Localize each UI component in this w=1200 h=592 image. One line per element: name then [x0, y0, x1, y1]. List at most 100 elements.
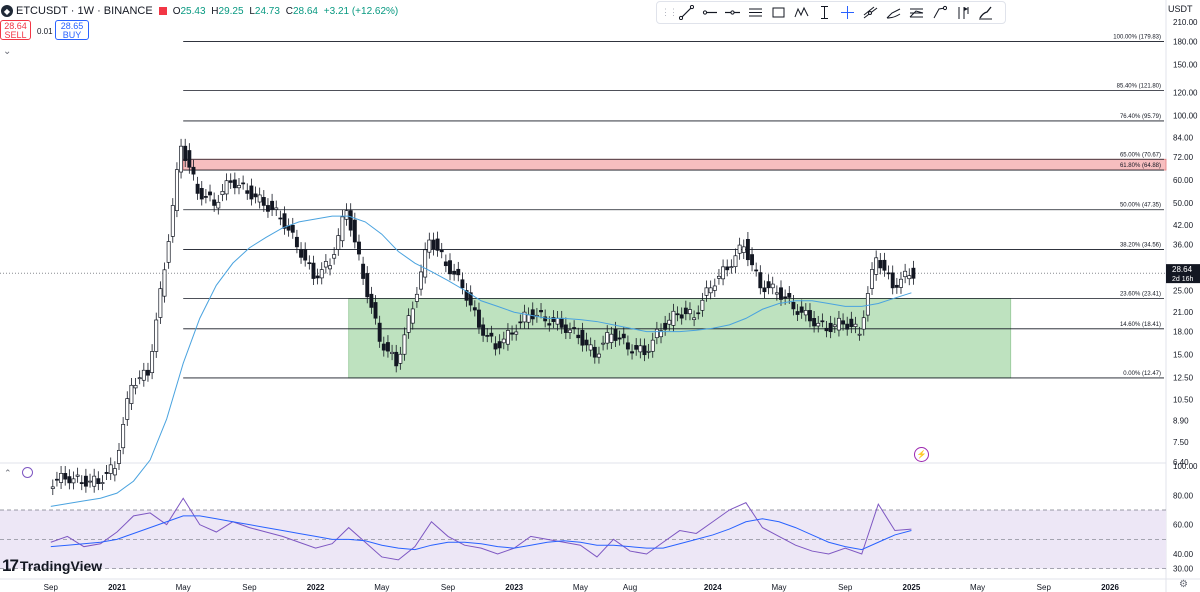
candle [708, 287, 713, 294]
candle [398, 353, 403, 364]
candle [750, 254, 754, 266]
candle [290, 224, 295, 233]
candle [650, 339, 655, 352]
candle [832, 324, 837, 327]
lightning-icon[interactable]: ⚡ [914, 447, 929, 462]
candle [278, 217, 283, 220]
candle [510, 332, 515, 335]
candle [899, 278, 903, 288]
candle [547, 323, 552, 326]
gear-icon[interactable]: ⚙ [1179, 579, 1188, 590]
price-tick-label: 15.00 [1173, 351, 1194, 360]
parallel-channel-icon[interactable] [744, 3, 767, 22]
candle [332, 254, 337, 259]
tradingview-mark: 17 [2, 556, 19, 575]
candle [307, 262, 312, 265]
fib-icon[interactable] [882, 3, 905, 22]
candle [166, 241, 171, 263]
crosshair-icon[interactable] [836, 3, 859, 22]
candle [117, 449, 121, 464]
candle [381, 343, 386, 351]
candle [352, 219, 357, 243]
candle [71, 478, 76, 484]
buy-button[interactable]: 28.65 BUY [55, 20, 89, 40]
candle [845, 323, 850, 330]
candle [696, 312, 701, 315]
candle [874, 257, 879, 275]
symbol-header: ◆ ETCUSDT · 1W · BINANCE O25.43 H29.25 L… [0, 3, 401, 19]
chevron-up-icon[interactable]: ⌃ [4, 468, 12, 479]
horizontal-ray-icon[interactable] [698, 3, 721, 22]
rsi-settings-icon[interactable] [22, 467, 33, 478]
rsi-tick-label: 100.00 [1173, 462, 1198, 471]
candle [725, 266, 730, 271]
fib-label: 100.00% (179.83) [1113, 35, 1161, 41]
candle [311, 262, 316, 279]
long-position-icon[interactable] [905, 3, 928, 22]
time-tick-label: May [374, 583, 389, 592]
candle [865, 293, 870, 316]
candle [505, 330, 510, 345]
candle [882, 259, 887, 271]
time-tick-label: 2023 [505, 583, 523, 592]
fib-label: 76.40% (95.79) [1120, 114, 1161, 120]
sell-button[interactable]: 28.64 SELL [0, 20, 31, 40]
candle [365, 273, 370, 298]
market-status-icon [158, 7, 167, 15]
time-tick-label: May [970, 583, 985, 592]
pitchfork-icon[interactable] [951, 3, 974, 22]
time-tick-label: 2022 [307, 583, 325, 592]
collapse-icon[interactable]: ⌄ [3, 46, 11, 57]
time-tick-label: Aug [623, 583, 637, 592]
price-tick-label: 12.50 [1173, 374, 1194, 383]
candle [477, 309, 481, 328]
candle [472, 307, 477, 311]
candle [605, 332, 610, 344]
candle [79, 482, 84, 484]
time-tick-label: May [573, 583, 588, 592]
rectangle-icon[interactable] [767, 3, 790, 22]
brush-icon[interactable] [974, 3, 997, 22]
candle [96, 478, 101, 484]
candle [59, 473, 64, 483]
candle [758, 272, 763, 289]
horizontal-line-icon[interactable] [721, 3, 744, 22]
rsi-tick-label: 40.00 [1173, 550, 1194, 559]
symbol-title[interactable]: ETCUSDT · 1W · BINANCE [16, 5, 153, 17]
candle [208, 191, 212, 196]
vertical-line-icon[interactable] [813, 3, 836, 22]
price-tick-label: 72.00 [1173, 153, 1194, 162]
fib-label: 65.00% (70.67) [1120, 152, 1161, 158]
candle [257, 194, 262, 203]
candle [336, 235, 341, 250]
candle [493, 343, 498, 350]
trading-chart[interactable]: 100.00% (179.83) 85.40% (121.80) 76.40% (9… [0, 0, 1200, 592]
candle [625, 342, 630, 350]
candle [414, 293, 419, 302]
regression-icon[interactable] [859, 3, 882, 22]
candle [489, 332, 494, 337]
drag-handle-icon[interactable]: ⋮⋮ [661, 7, 678, 18]
candle [501, 338, 506, 344]
candle [630, 351, 635, 354]
time-tick-label: Sep [1037, 583, 1052, 592]
candle [588, 344, 593, 351]
price-tick-label: 21.00 [1173, 308, 1194, 317]
price-unit[interactable]: USDT [1168, 4, 1193, 14]
price-tick-label: 10.50 [1173, 396, 1194, 405]
candle [688, 309, 692, 315]
candle [770, 283, 775, 289]
candle [241, 182, 246, 185]
candle [634, 345, 639, 350]
candle [121, 424, 126, 449]
candle [803, 310, 808, 316]
trend-line-icon[interactable] [675, 3, 698, 22]
path-icon[interactable] [928, 3, 951, 22]
price-tick-label: 8.90 [1173, 416, 1189, 425]
candle [328, 265, 332, 270]
candle [568, 329, 572, 333]
candle [878, 260, 883, 269]
candle [344, 210, 349, 220]
pattern-icon[interactable] [790, 3, 813, 22]
time-tick-label: 2026 [1101, 583, 1119, 592]
